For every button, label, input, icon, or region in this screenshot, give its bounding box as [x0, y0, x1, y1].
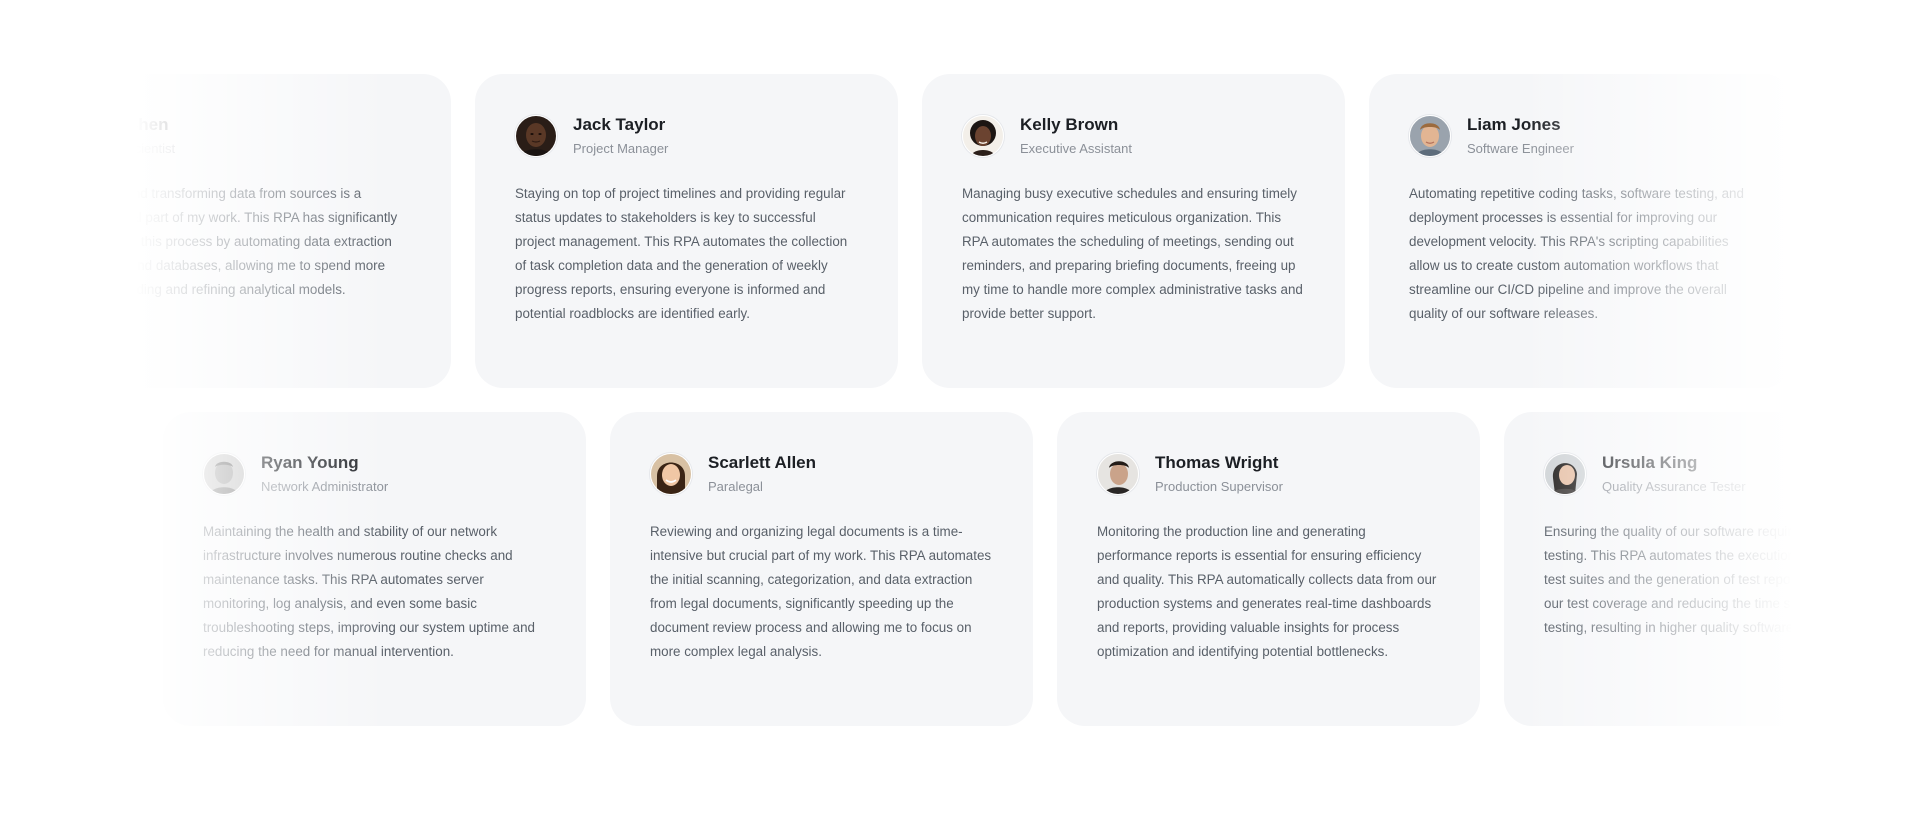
testimonial-card: Ryan Young Network Administrator Maintai… — [163, 412, 586, 726]
testimonial-card: Scarlett Allen Paralegal Reviewing and o… — [610, 412, 1033, 726]
person-avatar-icon — [1098, 454, 1138, 494]
person-name: Thomas Wright — [1155, 453, 1279, 472]
person-role: Scientist — [126, 141, 176, 156]
testimonial-text: Maintaining the health and stability of … — [203, 524, 535, 659]
person-role: Software Engineer — [1467, 141, 1574, 156]
person-role: Production Supervisor — [1155, 479, 1283, 494]
card-header: Jack Taylor Project Manager — [515, 114, 858, 158]
testimonial-card: Kelly Brown Executive Assistant Managing… — [922, 74, 1345, 388]
card-header: Ursula King Quality Assurance Tester — [1544, 452, 1887, 496]
person-avatar-icon — [1545, 454, 1585, 494]
testimonial-text: Ensuring the quality of our software req… — [1544, 524, 1883, 635]
card-header: Chen Scientist — [68, 114, 411, 158]
person-role: Network Administrator — [261, 479, 389, 494]
testimonial-row-2: Ryan Young Network Administrator Maintai… — [163, 412, 1920, 726]
avatar — [650, 453, 692, 495]
card-header: Kelly Brown Executive Assistant — [962, 114, 1305, 158]
testimonial-card: Thomas Wright Production Supervisor Moni… — [1057, 412, 1480, 726]
testimonial-card: Ursula King Quality Assurance Tester Ens… — [1504, 412, 1920, 726]
person-name: Chen — [126, 115, 169, 134]
person-name: Jack Taylor — [573, 115, 666, 134]
person-avatar-icon — [651, 454, 691, 494]
person-role: Project Manager — [573, 141, 669, 156]
testimonial-text: Staying on top of project timelines and … — [515, 186, 848, 321]
avatar — [515, 115, 557, 157]
avatar — [1409, 115, 1451, 157]
person-name: Ryan Young — [261, 453, 359, 472]
testimonial-text: Monitoring the production line and gener… — [1097, 524, 1437, 659]
testimonials-marquee: Chen Scientist cleaning, and transformin… — [0, 0, 1920, 820]
person-role: Executive Assistant — [1020, 141, 1132, 156]
card-header: Liam Jones Software Engineer — [1409, 114, 1752, 158]
testimonial-card: Liam Jones Software Engineer Automating … — [1369, 74, 1792, 388]
person-avatar-icon — [963, 116, 1003, 156]
person-avatar-icon — [204, 454, 244, 494]
testimonial-card: Jack Taylor Project Manager Staying on t… — [475, 74, 898, 388]
testimonial-text: Automating repetitive coding tasks, soft… — [1409, 186, 1744, 321]
testimonial-text: Managing busy executive schedules and en… — [962, 186, 1303, 321]
person-name: Liam Jones — [1467, 115, 1561, 134]
person-role: Quality Assurance Tester — [1602, 479, 1746, 494]
person-avatar-icon — [69, 116, 109, 156]
person-avatar-icon — [1410, 116, 1450, 156]
person-name: Ursula King — [1602, 453, 1698, 472]
card-header: Ryan Young Network Administrator — [203, 452, 546, 496]
avatar — [203, 453, 245, 495]
person-name: Kelly Brown — [1020, 115, 1119, 134]
avatar — [68, 115, 110, 157]
avatar — [1097, 453, 1139, 495]
person-avatar-icon — [516, 116, 556, 156]
testimonial-card: Chen Scientist cleaning, and transformin… — [28, 74, 451, 388]
card-header: Scarlett Allen Paralegal — [650, 452, 993, 496]
person-name: Scarlett Allen — [708, 453, 817, 472]
testimonial-text: Reviewing and organizing legal documents… — [650, 524, 992, 659]
avatar — [1544, 453, 1586, 495]
person-role: Paralegal — [708, 479, 763, 494]
avatar — [962, 115, 1004, 157]
testimonial-row-1: Chen Scientist cleaning, and transformin… — [28, 74, 1792, 388]
card-header: Thomas Wright Production Supervisor — [1097, 452, 1440, 496]
testimonial-text: cleaning, and transforming data from sou… — [68, 186, 398, 297]
